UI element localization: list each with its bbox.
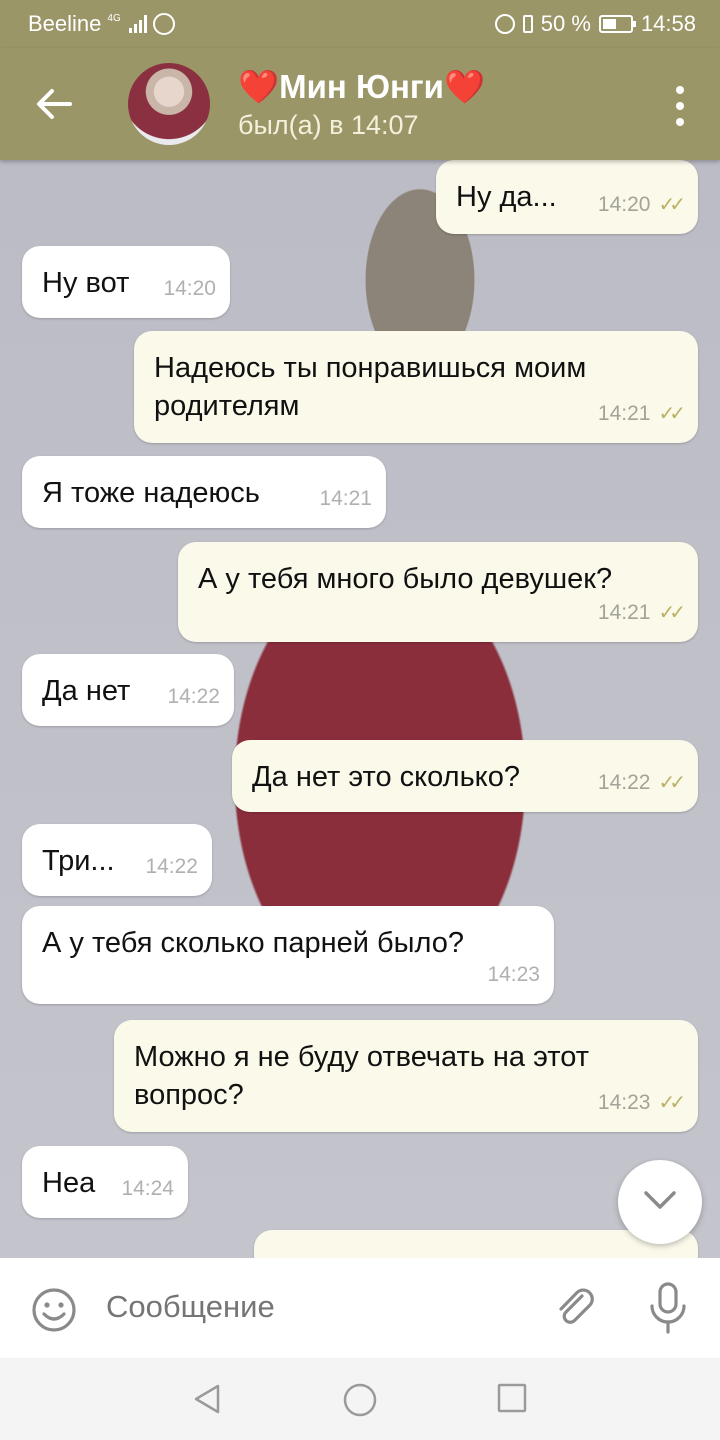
message-time: 14:23 [597,1091,651,1114]
message-text: Ну да... [456,181,557,213]
more-vertical-icon[interactable] [672,86,688,126]
paperclip-icon[interactable] [552,1284,600,1332]
message-time: 14:22 [597,771,651,794]
message-bubble-outgoing[interactable]: Надеюсь ты понравишься моим родителям 14:… [134,331,698,443]
status-bar: Beeline 4G 50 % 14:58 [0,0,720,48]
home-nav-icon[interactable] [342,1382,378,1418]
message-text: А у тебя много было девушек? [198,563,613,595]
arrow-left-icon[interactable] [32,82,76,126]
message-bubble-incoming[interactable]: Да нет 14:22 [22,654,234,726]
message-bubble-incoming[interactable]: Неа 14:24 [22,1146,188,1218]
message-text: Неа [42,1167,96,1199]
message-time: 14:23 [487,963,540,986]
message-bubble-outgoing[interactable]: А у тебя много было девушек? 14:21 ✓✓ [178,542,698,642]
double-check-icon: ✓✓ [658,1092,685,1114]
message-text: А у тебя сколько парней было? [42,927,465,959]
message-text: Да нет это сколько? [252,761,520,793]
back-nav-icon[interactable] [190,1382,224,1416]
message-bubble-incoming[interactable]: Три... 14:22 [22,824,212,896]
double-check-icon: ✓✓ [658,772,685,794]
double-check-icon: ✓✓ [658,602,685,624]
message-text: Я тоже надеюсь [42,477,260,509]
message-bubble-outgoing[interactable]: Да нет это сколько? 14:22 ✓✓ [232,740,698,812]
message-bubble-outgoing[interactable]: Можно я не буду отвечать на этот вопрос? … [114,1020,698,1132]
battery-percent: 50 % [540,11,591,36]
message-bubble-partial[interactable] [254,1230,698,1258]
message-time: 14:24 [121,1177,174,1200]
chevron-down-icon [644,1191,676,1209]
message-time: 14:20 [163,277,216,300]
chat-header: ❤️Мин Юнги❤️ был(а) в 14:07 [0,48,720,160]
network-type: 4G [107,12,121,24]
double-check-icon: ✓✓ [658,194,685,216]
whatsapp-icon [152,13,175,35]
vibrate-icon [522,15,533,33]
carrier-name: Beeline [28,11,102,36]
message-bubble-outgoing[interactable]: Ну да... 14:20 ✓✓ [436,160,698,234]
message-text: Надеюсь ты понравишься моим родителям [154,352,587,422]
message-time: 14:21 [597,402,651,425]
scroll-to-bottom-button[interactable] [618,1160,702,1244]
message-text: Можно я не буду отвечать на этот вопрос? [134,1041,589,1111]
message-time: 14:21 [597,601,651,624]
message-input[interactable] [104,1288,528,1326]
message-text: Три... [42,845,115,877]
message-time: 14:22 [167,685,220,708]
clock: 14:58 [640,11,696,36]
message-text: Ну вот [42,267,130,299]
smiley-icon[interactable] [30,1286,78,1334]
message-list[interactable]: Ну да... 14:20 ✓✓ Ну вот 14:20 Надеюсь ты… [0,160,720,1258]
battery-icon [598,15,636,33]
microphone-icon[interactable] [646,1282,690,1334]
system-nav-bar [0,1358,720,1440]
message-time: 14:22 [145,855,198,878]
message-bubble-incoming[interactable]: А у тебя сколько парней было? 14:23 [22,906,554,1004]
last-seen-status: был(а) в 14:07 [238,110,419,140]
avatar[interactable] [128,63,210,145]
double-check-icon: ✓✓ [658,403,685,425]
message-time: 14:20 [597,193,651,216]
alarm-icon [494,14,515,34]
message-bubble-incoming[interactable]: Я тоже надеюсь 14:21 [22,456,386,528]
message-text: Да нет [42,675,131,707]
signal-icon [128,15,147,33]
message-time: 14:21 [319,487,372,510]
message-bubble-incoming[interactable]: Ну вот 14:20 [22,246,230,318]
recents-nav-icon[interactable] [496,1382,528,1414]
message-composer [0,1258,720,1358]
chat-title[interactable]: ❤️Мин Юнги❤️ [238,68,485,107]
